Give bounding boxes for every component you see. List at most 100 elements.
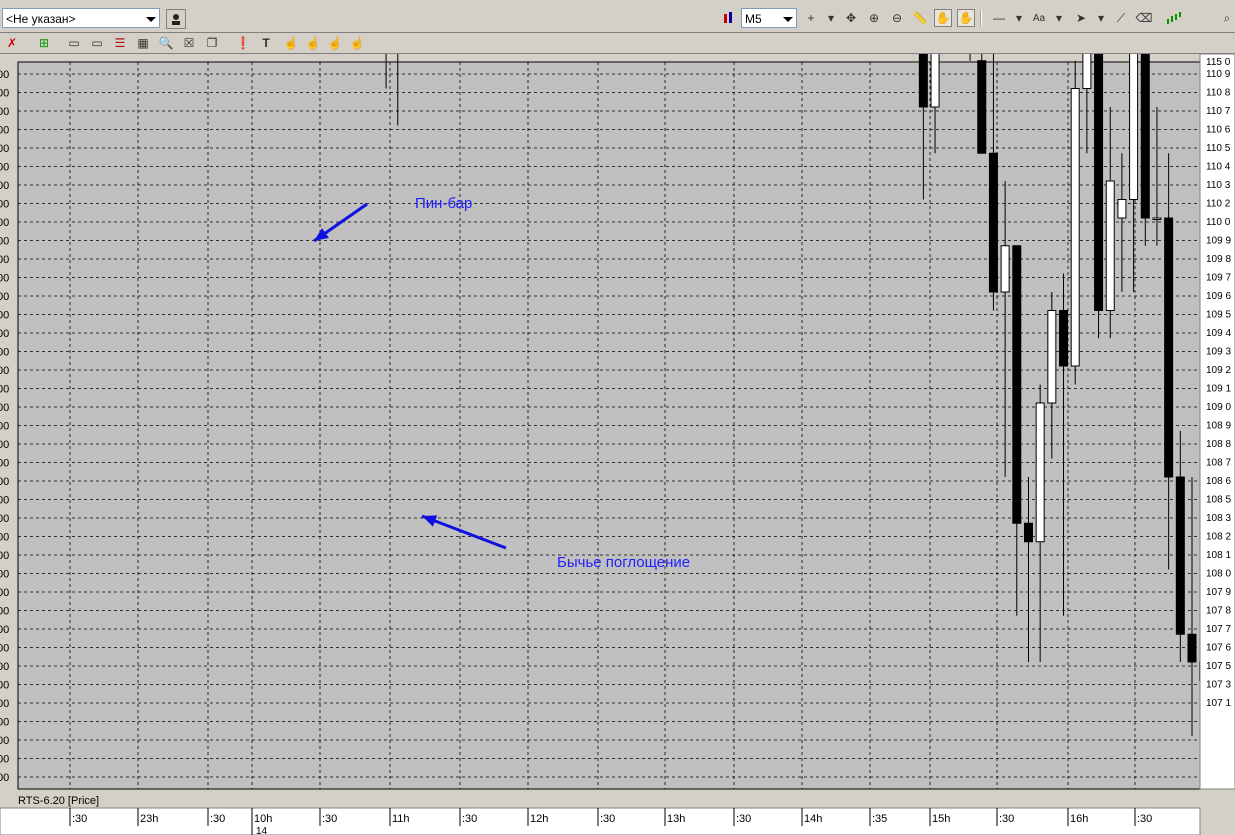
- candle-body-bullish: [1070, 88, 1080, 367]
- left-tick-label: 00: [0, 88, 9, 100]
- time-tick-label: :30: [210, 813, 225, 825]
- crosshair-icon[interactable]: +: [802, 9, 820, 27]
- price-tick-label: 107 7: [1206, 624, 1231, 635]
- left-tick-label: 00: [0, 421, 9, 433]
- time-tick-label: :30: [462, 813, 477, 825]
- pointer-icon[interactable]: ➤: [1072, 9, 1090, 27]
- candle-body-bullish: [1117, 199, 1127, 219]
- left-tick-label: 00: [0, 680, 9, 692]
- candle-body-bullish: [1129, 54, 1139, 200]
- candle-body-bearish: [918, 54, 928, 108]
- time-tick-label: 23h: [140, 813, 158, 825]
- price-tick-label: 108 9: [1206, 421, 1231, 432]
- engulfing-label: Бычье поглощение: [557, 554, 690, 571]
- price-tick-label: 108 2: [1206, 532, 1231, 543]
- price-tick-label: 107 8: [1206, 606, 1231, 617]
- add-icon[interactable]: ⊞: [35, 34, 53, 52]
- left-tick-label: 00: [0, 513, 9, 525]
- price-tick-label: 110 3: [1206, 180, 1231, 191]
- dropdown-arrow-icon[interactable]: ▾: [1010, 9, 1028, 27]
- time-tick-label: :30: [322, 813, 337, 825]
- time-tick-label: :30: [600, 813, 615, 825]
- hide-drawings-icon[interactable]: ⟋: [1112, 9, 1130, 27]
- close-chart-icon[interactable]: ✗: [3, 34, 21, 52]
- price-tick-label: 108 1: [1206, 550, 1231, 561]
- find-icon[interactable]: 🔍: [157, 34, 175, 52]
- window-icon-2[interactable]: ▭: [88, 34, 106, 52]
- indicator-icon[interactable]: [1165, 9, 1183, 27]
- hand-tool-icon-3[interactable]: ☝: [326, 34, 344, 52]
- hand-tool-icon-4[interactable]: ☝: [348, 34, 366, 52]
- candle-body-bullish: [1047, 310, 1057, 404]
- delete-icon[interactable]: ☒: [180, 34, 198, 52]
- zoom-out-icon[interactable]: ⊖: [888, 9, 906, 27]
- time-tick-label: 12h: [530, 813, 548, 825]
- time-tick-label: :30: [72, 813, 87, 825]
- font-icon[interactable]: Aa: [1030, 9, 1048, 27]
- line-style-icon[interactable]: —: [990, 9, 1008, 27]
- price-tick-label: 110 2: [1206, 199, 1231, 210]
- candle-body-bearish: [1140, 54, 1150, 219]
- move-icon[interactable]: ✥: [842, 9, 860, 27]
- symbol-lookup-icon[interactable]: [166, 9, 186, 29]
- time-tick-label: 15h: [932, 813, 950, 825]
- window-icon-1[interactable]: ▭: [65, 34, 83, 52]
- hand-tool-icon-2[interactable]: ☝: [304, 34, 322, 52]
- hand-alt-icon[interactable]: ✋: [957, 9, 975, 27]
- left-tick-label: 00: [0, 735, 9, 747]
- left-tick-label: 00: [0, 217, 9, 229]
- list-icon[interactable]: ☰: [111, 34, 129, 52]
- left-tick-label: 00: [0, 310, 9, 322]
- copy-icon[interactable]: ❐: [203, 34, 221, 52]
- price-tick-label: 109 8: [1206, 254, 1231, 265]
- zoom-in-icon[interactable]: ⊕: [865, 9, 883, 27]
- price-chart[interactable]: 00 00 00 00 00 00 00 00 00 00 00 00 00 00 00 00 00 00 00 00…: [0, 54, 1235, 835]
- left-tick-label: 00: [0, 643, 9, 655]
- clear-drawings-icon[interactable]: ⌫: [1135, 9, 1153, 27]
- left-tick-label: 00: [0, 772, 9, 784]
- left-tick-label: 00: [0, 254, 9, 266]
- ruler-icon[interactable]: 📏: [911, 9, 929, 27]
- dropdown-arrow-icon[interactable]: ▾: [822, 9, 840, 27]
- price-tick-label: 107 1: [1206, 698, 1231, 709]
- candle-body-bullish: [1152, 217, 1162, 220]
- left-tick-label: 00: [0, 69, 9, 81]
- hand-icon[interactable]: ✋: [934, 9, 952, 27]
- table-icon[interactable]: ▦: [134, 34, 152, 52]
- timeframe-select[interactable]: M5: [741, 8, 797, 28]
- hand-tool-icon-1[interactable]: ☝: [282, 34, 300, 52]
- left-tick-label: 00: [0, 754, 9, 766]
- candle-body-bullish: [1105, 180, 1115, 311]
- text-tool-icon[interactable]: T: [257, 34, 275, 52]
- price-tick-label: 110 0: [1206, 217, 1231, 228]
- price-tick-label: 108 7: [1206, 458, 1231, 469]
- time-tick-label: 16h: [1070, 813, 1088, 825]
- search-icon[interactable]: ⌕: [1218, 9, 1235, 27]
- dropdown-arrow-icon[interactable]: ▾: [1050, 9, 1068, 27]
- candle-body-bullish: [1000, 245, 1010, 293]
- candle-body-bullish: [1082, 54, 1092, 89]
- time-tick-label: :35: [872, 813, 887, 825]
- symbol-select[interactable]: <Не указан>: [2, 8, 160, 28]
- pin-bar-label: Пин-бар: [415, 195, 472, 212]
- chevron-down-icon: [146, 17, 156, 22]
- left-tick-label: 00: [0, 365, 9, 377]
- candle-body-bearish: [977, 60, 987, 154]
- alert-icon[interactable]: ❗: [234, 34, 252, 52]
- dropdown-arrow-icon[interactable]: ▾: [1092, 9, 1110, 27]
- left-tick-label: 00: [0, 125, 9, 137]
- chart-type-icon[interactable]: [720, 9, 738, 27]
- price-tick-label: 107 3: [1206, 680, 1231, 691]
- price-tick-label: 110 6: [1206, 125, 1231, 136]
- candle: [1094, 54, 1104, 339]
- price-tick-label: 115 0: [1206, 57, 1231, 68]
- left-tick-label: 00: [0, 587, 9, 599]
- price-tick-label: 109 6: [1206, 291, 1231, 302]
- candle-body-bearish: [1164, 217, 1174, 478]
- price-tick-label: 107 6: [1206, 643, 1231, 654]
- left-tick-label: 00: [0, 180, 9, 192]
- left-tick-label: 00: [0, 717, 9, 729]
- left-tick-label: 00: [0, 698, 9, 710]
- left-tick-label: 00: [0, 106, 9, 118]
- left-tick-label: 00: [0, 273, 9, 285]
